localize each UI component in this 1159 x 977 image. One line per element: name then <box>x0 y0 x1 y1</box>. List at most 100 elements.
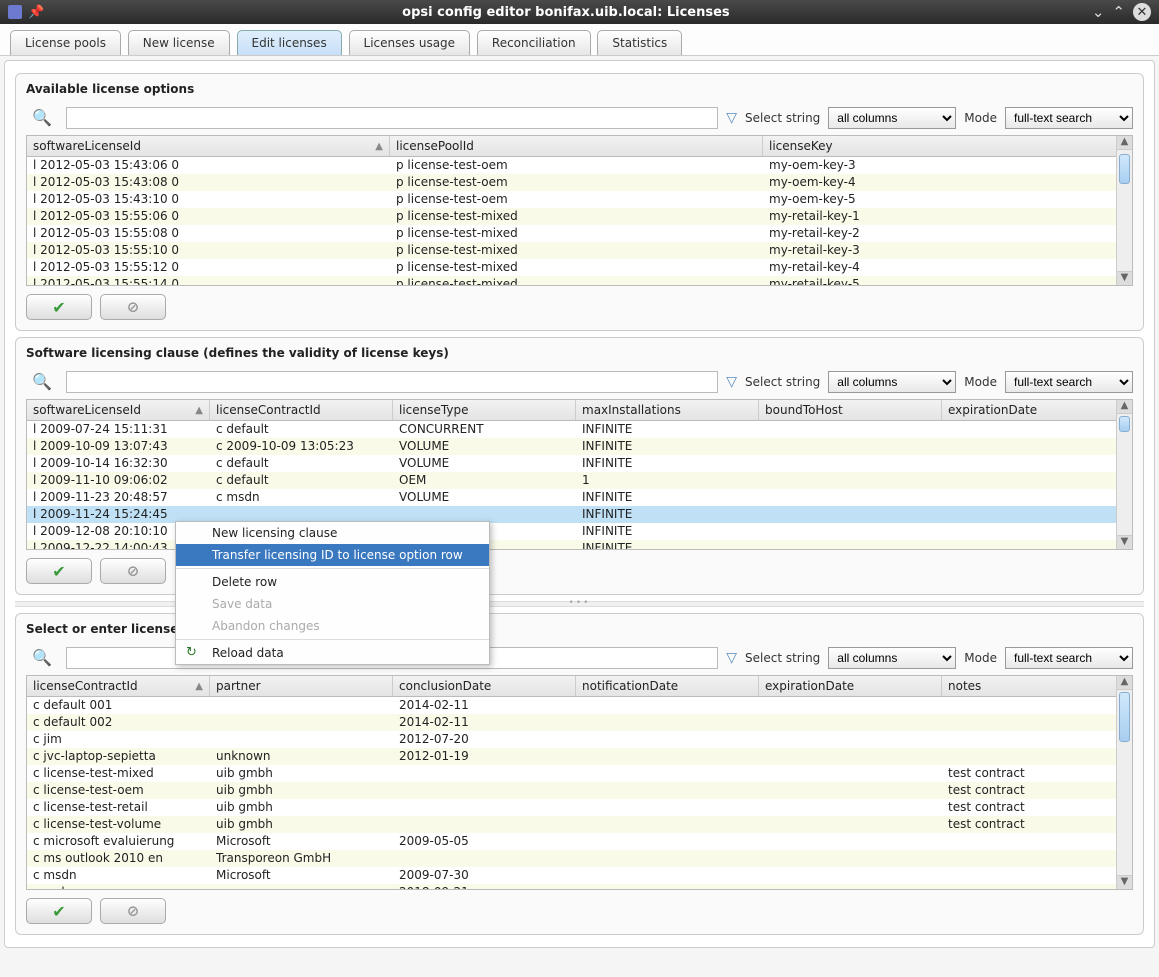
scroll-thumb[interactable] <box>1119 416 1130 432</box>
tab-statistics[interactable]: Statistics <box>597 30 682 55</box>
cancel-button[interactable]: ⊘ <box>100 294 166 320</box>
col-license-pool-id[interactable]: licensePoolId <box>390 136 763 156</box>
close-icon[interactable]: ✕ <box>1133 3 1151 21</box>
table-row[interactable]: c ms outlook 2010 enTransporeon GmbH <box>27 850 1132 867</box>
tab-reconciliation[interactable]: Reconciliation <box>477 30 591 55</box>
table-row[interactable]: c license-test-oemuib gmbhtest contract <box>27 782 1132 799</box>
col-license-type[interactable]: licenseType <box>393 400 576 420</box>
table-row[interactable]: c license-test-mixeduib gmbhtest contrac… <box>27 765 1132 782</box>
col-software-license-id[interactable]: softwareLicenseId▲ <box>27 136 390 156</box>
table-cell: INFINITE <box>576 438 759 454</box>
table-row[interactable]: l 2009-07-24 15:11:31c defaultCONCURRENT… <box>27 421 1132 438</box>
table-cell <box>759 816 942 832</box>
table-row[interactable]: c license-test-retailuib gmbhtest contra… <box>27 799 1132 816</box>
table-row[interactable]: c jvc-laptop-sepiettaunknown2012-01-19 <box>27 748 1132 765</box>
col-software-license-id[interactable]: softwareLicenseId▲ <box>27 400 210 420</box>
search-input[interactable] <box>66 107 718 129</box>
tab-edit-licenses[interactable]: Edit licenses <box>237 30 342 55</box>
menu-item[interactable]: Delete row <box>176 571 489 593</box>
search-icon[interactable]: 🔍 <box>26 370 58 393</box>
filter-icon[interactable]: ▽ <box>726 374 737 390</box>
col-partner[interactable]: partner <box>210 676 393 696</box>
table-row[interactable]: l 2012-05-03 15:55:12 0p license-test-mi… <box>27 259 1132 276</box>
scroll-thumb[interactable] <box>1119 692 1130 742</box>
table-row[interactable]: c default 0012014-02-11 <box>27 697 1132 714</box>
col-expiration-date[interactable]: expirationDate <box>942 400 1125 420</box>
confirm-button[interactable]: ✔ <box>26 294 92 320</box>
table-row[interactable]: l 2009-10-09 13:07:43c 2009-10-09 13:05:… <box>27 438 1132 455</box>
table-row[interactable]: c license-test-volumeuib gmbhtest contra… <box>27 816 1132 833</box>
filter-icon[interactable]: ▽ <box>726 110 737 126</box>
table-row[interactable]: l 2012-05-03 15:55:14 0p license-test-mi… <box>27 276 1132 285</box>
mode-combo[interactable]: full-text search <box>1005 371 1133 393</box>
confirm-button[interactable]: ✔ <box>26 558 92 584</box>
search-icon[interactable]: 🔍 <box>26 106 58 129</box>
scrollbar[interactable]: ▲ ▼ <box>1116 136 1132 285</box>
table-row[interactable]: l 2012-05-03 15:43:08 0p license-test-oe… <box>27 174 1132 191</box>
table-row[interactable]: l 2012-05-03 15:43:10 0p license-test-oe… <box>27 191 1132 208</box>
table-cell <box>393 782 576 798</box>
table-row[interactable]: l 2012-05-03 15:55:06 0p license-test-mi… <box>27 208 1132 225</box>
col-license-key[interactable]: licenseKey <box>763 136 1127 156</box>
filter-icon[interactable]: ▽ <box>726 650 737 666</box>
table-row[interactable]: l 2009-11-23 20:48:57c msdnVOLUMEINFINIT… <box>27 489 1132 506</box>
scroll-down-icon[interactable]: ▼ <box>1117 875 1132 889</box>
table-cell: VOLUME <box>393 455 576 471</box>
scroll-up-icon[interactable]: ▲ <box>1117 676 1132 690</box>
col-license-contract-id[interactable]: licenseContractId <box>210 400 393 420</box>
select-string-combo[interactable]: all columns <box>828 647 956 669</box>
table-row[interactable]: c default 0022014-02-11 <box>27 714 1132 731</box>
menu-item[interactable]: ↻Reload data <box>176 642 489 664</box>
menu-item[interactable]: Transfer licensing ID to license option … <box>176 544 489 566</box>
select-string-combo[interactable]: all columns <box>828 107 956 129</box>
table-cell: c default <box>210 421 393 437</box>
col-notes[interactable]: notes <box>942 676 1125 696</box>
pin-icon[interactable]: 📌 <box>28 5 42 19</box>
cancel-button[interactable]: ⊘ <box>100 558 166 584</box>
tab-licenses-usage[interactable]: Licenses usage <box>349 30 471 55</box>
scroll-up-icon[interactable]: ▲ <box>1117 136 1132 150</box>
confirm-button[interactable]: ✔ <box>26 898 92 924</box>
search-icon[interactable]: 🔍 <box>26 646 58 669</box>
scroll-down-icon[interactable]: ▼ <box>1117 535 1132 549</box>
table-cell <box>576 884 759 889</box>
table-row[interactable]: l 2009-10-14 16:32:30c defaultVOLUMEINFI… <box>27 455 1132 472</box>
table-row[interactable]: c msdnMicrosoft2009-07-30 <box>27 867 1132 884</box>
table-cell: c mzks <box>27 884 210 889</box>
col-conclusion-date[interactable]: conclusionDate <box>393 676 576 696</box>
scrollbar[interactable]: ▲ ▼ <box>1116 400 1132 549</box>
select-string-combo[interactable]: all columns <box>828 371 956 393</box>
table-cell <box>393 506 576 522</box>
col-bound-to-host[interactable]: boundToHost <box>759 400 942 420</box>
tab-new-license[interactable]: New license <box>128 30 230 55</box>
maximize-icon[interactable]: ⌃ <box>1112 3 1125 21</box>
table-cell <box>759 506 942 522</box>
minimize-icon[interactable]: ⌄ <box>1092 3 1105 21</box>
table-row[interactable]: l 2012-05-03 15:55:10 0p license-test-mi… <box>27 242 1132 259</box>
table-row[interactable]: l 2009-11-10 09:06:02c defaultOEM1 <box>27 472 1132 489</box>
menu-item[interactable]: New licensing clause <box>176 522 489 544</box>
scrollbar[interactable]: ▲ ▼ <box>1116 676 1132 889</box>
cancel-button[interactable]: ⊘ <box>100 898 166 924</box>
table-row[interactable]: l 2012-05-03 15:43:06 0p license-test-oe… <box>27 157 1132 174</box>
scroll-thumb[interactable] <box>1119 154 1130 184</box>
tab-license-pools[interactable]: License pools <box>10 30 121 55</box>
mode-combo[interactable]: full-text search <box>1005 107 1133 129</box>
section-available-license-options: Available license options 🔍 ▽ Select str… <box>15 73 1144 331</box>
col-expiration-date[interactable]: expirationDate <box>759 676 942 696</box>
col-max-installations[interactable]: maxInstallations <box>576 400 759 420</box>
table-row[interactable]: c mzks2018-09-21 <box>27 884 1132 889</box>
scroll-up-icon[interactable]: ▲ <box>1117 400 1132 414</box>
table-cell <box>576 714 759 730</box>
col-notification-date[interactable]: notificationDate <box>576 676 759 696</box>
menu-item: Abandon changes <box>176 615 489 637</box>
table-row[interactable]: c jim2012-07-20 <box>27 731 1132 748</box>
table-row[interactable]: l 2012-05-03 15:55:08 0p license-test-mi… <box>27 225 1132 242</box>
table-cell <box>210 506 393 522</box>
scroll-down-icon[interactable]: ▼ <box>1117 271 1132 285</box>
col-license-contract-id[interactable]: licenseContractId▲ <box>27 676 210 696</box>
mode-label: Mode <box>964 111 997 125</box>
mode-combo[interactable]: full-text search <box>1005 647 1133 669</box>
table-row[interactable]: c microsoft evaluierungMicrosoft2009-05-… <box>27 833 1132 850</box>
search-input[interactable] <box>66 371 718 393</box>
